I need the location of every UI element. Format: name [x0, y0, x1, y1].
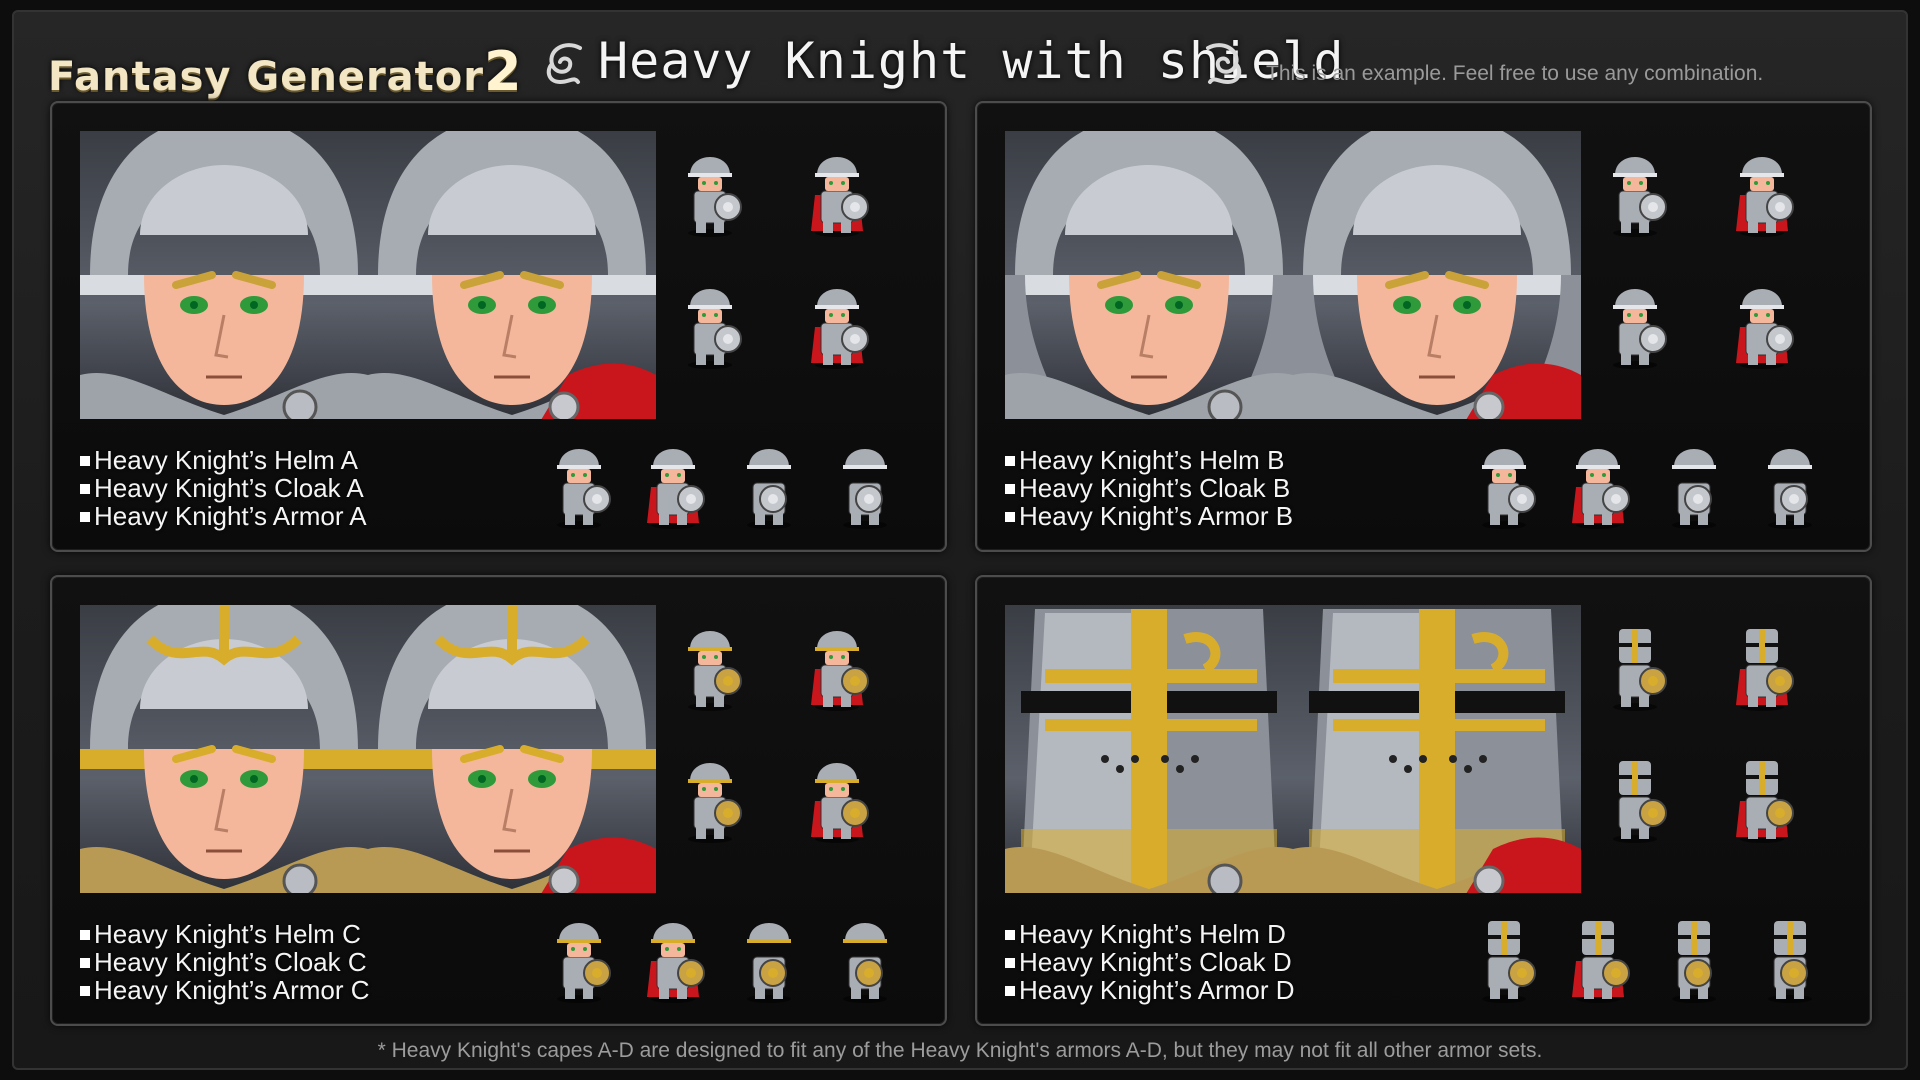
equipment-item: Heavy Knight’s Armor D [1005, 976, 1295, 1004]
chibi-sprite-side [729, 907, 797, 1003]
sprite-plain-back [1595, 273, 1675, 371]
chibi-sprite-front [1464, 433, 1536, 529]
panel-b: Heavy Knight’s Helm B Heavy Knight’s Cloa… [975, 101, 1872, 552]
portrait-no-cloak [1005, 131, 1293, 419]
portrait-no-cloak [80, 605, 368, 893]
sprite-cloak-back [1722, 747, 1802, 845]
bullet-icon [1005, 484, 1015, 494]
equipment-item: Heavy Knight’s Cloak D [1005, 948, 1295, 976]
bullet-icon [1005, 986, 1015, 996]
sprite-cloak-back [1722, 273, 1802, 371]
chibi-sprite-side [825, 907, 893, 1003]
bullet-icon [1005, 958, 1015, 968]
equipment-item-label: Heavy Knight’s Helm C [94, 919, 361, 949]
panel-d: Heavy Knight’s Helm D Heavy Knight’s Cloa… [975, 575, 1872, 1026]
equipment-item: Heavy Knight’s Armor C [80, 976, 370, 1004]
sprite-plain-front [1595, 141, 1675, 239]
equipment-item: Heavy Knight’s Helm B [1005, 446, 1293, 474]
sprite-plain-back [1595, 747, 1675, 845]
brand-logo: Fantasy Generator2 [48, 40, 523, 103]
equipment-list: Heavy Knight’s Helm D Heavy Knight’s Cloa… [1005, 920, 1295, 1004]
sprite-plain-back [670, 273, 750, 371]
panel-a: Heavy Knight’s Helm A Heavy Knight’s Cloa… [50, 101, 947, 552]
equipment-item: Heavy Knight’s Cloak C [80, 948, 370, 976]
equipment-item: Heavy Knight’s Helm D [1005, 920, 1295, 948]
equipment-item: Heavy Knight’s Cloak B [1005, 474, 1293, 502]
equipment-list: Heavy Knight’s Helm B Heavy Knight’s Cloa… [1005, 446, 1293, 530]
equipment-list: Heavy Knight’s Helm A Heavy Knight’s Cloa… [80, 446, 367, 530]
footer-note: * Heavy Knight's capes A-D are designed … [377, 1039, 1543, 1062]
equipment-list: Heavy Knight’s Helm C Heavy Knight’s Cloa… [80, 920, 370, 1004]
sprite-cloak-front [797, 141, 877, 239]
bullet-icon [80, 958, 90, 968]
bullet-icon [1005, 456, 1015, 466]
equipment-item: Heavy Knight’s Helm A [80, 446, 367, 474]
equipment-item-label: Heavy Knight’s Helm B [1019, 445, 1285, 475]
portrait-no-cloak [1005, 605, 1293, 893]
chibi-sprite-side [1750, 907, 1818, 1003]
equipment-item-label: Heavy Knight’s Cloak C [94, 947, 367, 977]
equipment-item-label: Heavy Knight’s Armor C [94, 975, 370, 1005]
portrait-with-cloak [368, 605, 656, 893]
chibi-sprite-side [729, 433, 797, 529]
chibi-sprite-side [1750, 433, 1818, 529]
portrait-no-cloak [80, 131, 368, 419]
bullet-icon [1005, 930, 1015, 940]
bullet-icon [80, 484, 90, 494]
chibi-sprite-side [1654, 433, 1722, 529]
equipment-item-label: Heavy Knight’s Helm D [1019, 919, 1286, 949]
flourish-right-icon [1206, 43, 1242, 85]
portrait-with-cloak [1293, 131, 1581, 419]
sprite-plain-front [1595, 615, 1675, 713]
equipment-item: Heavy Knight’s Cloak A [80, 474, 367, 502]
chibi-sprite-front [1558, 433, 1630, 529]
chibi-sprite-front [539, 433, 611, 529]
equipment-item-label: Heavy Knight’s Armor A [94, 501, 367, 531]
equipment-item: Heavy Knight’s Armor B [1005, 502, 1293, 530]
sprite-cloak-back [797, 747, 877, 845]
brand-number: 2 [483, 40, 523, 103]
bullet-icon [1005, 512, 1015, 522]
bullet-icon [80, 512, 90, 522]
portrait-with-cloak [368, 131, 656, 419]
equipment-item: Heavy Knight’s Helm C [80, 920, 370, 948]
sprite-cloak-back [797, 273, 877, 371]
sprite-plain-front [670, 141, 750, 239]
portrait-with-cloak [1293, 605, 1581, 893]
bullet-icon [80, 456, 90, 466]
equipment-item-label: Heavy Knight’s Cloak D [1019, 947, 1292, 977]
equipment-item: Heavy Knight’s Armor A [80, 502, 367, 530]
chibi-sprite-front [539, 907, 611, 1003]
bullet-icon [80, 930, 90, 940]
equipment-item-label: Heavy Knight’s Cloak A [94, 473, 364, 503]
chibi-sprite-side [1654, 907, 1722, 1003]
equipment-item-label: Heavy Knight’s Cloak B [1019, 473, 1291, 503]
chibi-sprite-front [1558, 907, 1630, 1003]
sprite-cloak-front [1722, 615, 1802, 713]
sprite-cloak-front [1722, 141, 1802, 239]
chibi-sprite-front [1464, 907, 1536, 1003]
equipment-item-label: Heavy Knight’s Helm A [94, 445, 358, 475]
chibi-sprite-front [633, 433, 705, 529]
sprite-plain-front [670, 615, 750, 713]
header: Fantasy Generator2 Heavy Knight with shi… [0, 0, 1920, 103]
flourish-left-icon [546, 43, 582, 85]
chibi-sprite-front [633, 907, 705, 1003]
sprite-plain-back [670, 747, 750, 845]
equipment-item-label: Heavy Knight’s Armor D [1019, 975, 1295, 1005]
equipment-item-label: Heavy Knight’s Armor B [1019, 501, 1294, 531]
sprite-cloak-front [797, 615, 877, 713]
bullet-icon [80, 986, 90, 996]
chibi-sprite-side [825, 433, 893, 529]
brand-name: Fantasy Generator [48, 54, 484, 100]
panel-c: Heavy Knight’s Helm C Heavy Knight’s Cloa… [50, 575, 947, 1026]
header-note: This is an example. Feel free to use any… [1266, 62, 1764, 85]
